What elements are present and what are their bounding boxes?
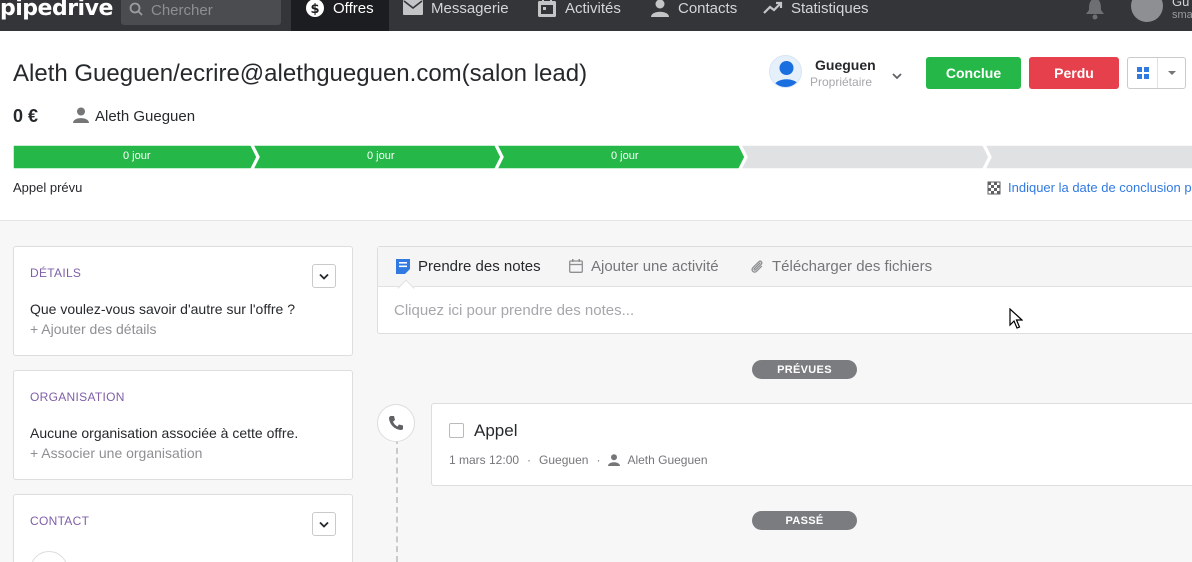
add-details-link[interactable]: + Ajouter des détails (30, 321, 156, 337)
planned-divider: PRÉVUES (752, 360, 857, 379)
pipeline-stages: 0 jour 0 jour 0 jour (12, 144, 1192, 170)
organisation-card: ORGANISATION Aucune organisation associé… (13, 370, 353, 480)
tab-notes[interactable]: Prendre des notes (396, 258, 541, 275)
user-name[interactable]: Gu (1172, 0, 1189, 9)
nav-item-statistiques[interactable]: Statistiques (763, 0, 869, 31)
composer-panel: Prendre des notes Ajouter une activité T… (377, 246, 1192, 334)
deal-value[interactable]: 0 € (13, 106, 38, 127)
trend-icon (763, 0, 783, 18)
chevron-down-icon (319, 273, 329, 280)
search-box[interactable]: Chercher (121, 0, 281, 25)
activity-date: 1 mars 12:00 (449, 453, 520, 467)
svg-text:$: $ (310, 2, 319, 17)
phone-icon (377, 404, 415, 442)
pipeline-svg (12, 144, 1192, 170)
nav-item-offres[interactable]: $ Offres (291, 0, 389, 31)
caret-down-icon (1158, 70, 1185, 76)
chevron-down-icon (319, 521, 329, 528)
grid-icon (1128, 58, 1158, 88)
deal-person-link[interactable]: Aleth Gueguen (95, 108, 195, 125)
organisation-empty-text: Aucune organisation associée à cette off… (30, 425, 299, 441)
stage-2-duration: 0 jour (367, 150, 395, 162)
mail-icon (403, 0, 423, 18)
calendar-icon (569, 258, 585, 275)
link-organisation-link[interactable]: + Associer une organisation (30, 445, 202, 461)
nav-label: Messagerie (431, 0, 509, 17)
contact-title: CONTACT (30, 514, 90, 528)
user-company: sma (1172, 9, 1192, 21)
view-switch-button[interactable] (1127, 57, 1186, 89)
current-stage-name: Appel prévu (13, 180, 83, 195)
dollar-icon: $ (305, 0, 325, 18)
close-date-link[interactable]: Indiquer la date de conclusion p (987, 180, 1192, 195)
search-icon (129, 2, 143, 19)
mouse-cursor-icon (1009, 307, 1024, 330)
paperclip-icon (750, 259, 766, 275)
activity-title[interactable]: Appel (474, 421, 517, 441)
checkered-flag-icon (987, 181, 1001, 195)
meta-separator: · (527, 453, 532, 467)
owner-role: Propriétaire (810, 75, 873, 89)
owner-avatar[interactable] (769, 55, 802, 88)
note-icon (396, 258, 412, 275)
meta-separator: · (596, 453, 601, 467)
tab-add-activity[interactable]: Ajouter une activité (569, 258, 719, 275)
nav-label: Statistiques (791, 0, 869, 17)
nav-label: Contacts (678, 0, 738, 17)
nav-label: Activités (565, 0, 621, 17)
lost-button[interactable]: Perdu (1029, 57, 1119, 89)
activity-owner[interactable]: Gueguen (539, 453, 588, 467)
bell-icon[interactable] (1085, 0, 1105, 20)
tab-label: Prendre des notes (418, 258, 541, 275)
organisation-title: ORGANISATION (30, 390, 125, 404)
activity-meta: 1 mars 12:00 · Gueguen · Aleth Gueguen (449, 453, 708, 467)
won-button[interactable]: Conclue (926, 57, 1021, 89)
tab-label: Ajouter une activité (591, 258, 719, 275)
pipedrive-logo[interactable]: pipedrive (0, 0, 113, 21)
past-divider: PASSÉ (752, 511, 857, 530)
contact-toggle-button[interactable] (312, 512, 336, 536)
person-icon (650, 0, 670, 18)
owner-name[interactable]: Gueguen (815, 57, 876, 73)
details-question: Que voulez-vous savoir d'autre sur l'off… (30, 301, 295, 317)
details-card: DÉTAILS Que voulez-vous savoir d'autre s… (13, 246, 353, 356)
person-icon (73, 107, 89, 123)
stage-3-duration: 0 jour (611, 150, 639, 162)
nav-item-messagerie[interactable]: Messagerie (403, 0, 509, 31)
details-toggle-button[interactable] (312, 264, 336, 288)
tab-upload-files[interactable]: Télécharger des fichiers (750, 258, 932, 275)
contact-avatar[interactable] (30, 551, 68, 562)
details-title: DÉTAILS (30, 266, 82, 280)
person-icon (608, 454, 621, 466)
deal-title[interactable]: Aleth Gueguen/ecrire@alethgueguen.com(sa… (13, 60, 587, 88)
activity-done-checkbox[interactable] (449, 423, 464, 438)
tab-label: Télécharger des fichiers (772, 258, 933, 275)
composer-tabs: Prendre des notes Ajouter une activité T… (378, 247, 1192, 287)
nav-item-contacts[interactable]: Contacts (650, 0, 737, 31)
top-nav: pipedrive Chercher $ Offres Messagerie A… (0, 0, 1192, 31)
timeline-line (396, 438, 398, 562)
contact-card: CONTACT (13, 494, 353, 562)
activity-person[interactable]: Aleth Gueguen (627, 453, 707, 467)
notes-input[interactable]: Cliquez ici pour prendre des notes... (394, 302, 634, 319)
user-avatar[interactable] (1131, 0, 1163, 22)
calendar-icon (537, 0, 557, 18)
nav-item-activites[interactable]: Activités (537, 0, 621, 31)
nav-label: Offres (333, 0, 374, 17)
activity-card[interactable]: Appel 1 mars 12:00 · Gueguen · Aleth Gue… (431, 403, 1192, 486)
pipeline-stage-5[interactable] (983, 144, 1192, 170)
close-date-label: Indiquer la date de conclusion p (1008, 180, 1192, 195)
pipeline-stage-4[interactable] (739, 144, 990, 170)
stage-1-duration: 0 jour (123, 150, 151, 162)
search-placeholder: Chercher (151, 2, 213, 19)
chevron-down-icon[interactable] (891, 68, 903, 80)
